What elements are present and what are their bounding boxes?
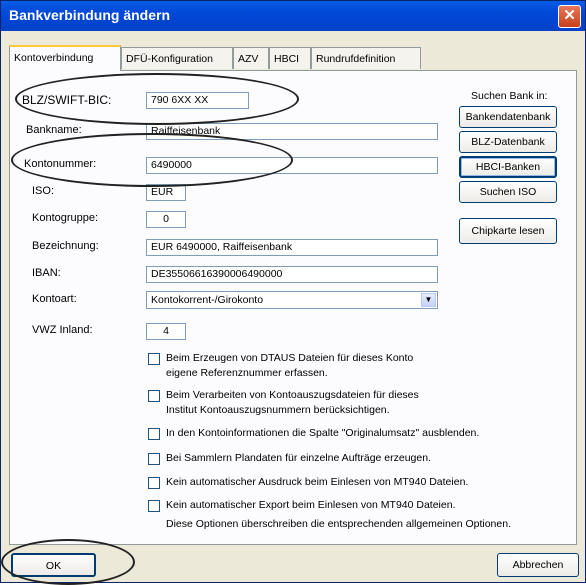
chevron-down-icon[interactable]: ▼: [421, 293, 436, 307]
kontogruppe-label: Kontogruppe:: [32, 212, 99, 224]
bezeichnung-label: Bezeichnung:: [32, 240, 99, 252]
option-checkbox-originalumsatz[interactable]: [148, 428, 160, 440]
option-label: Beim Verarbeiten von Kontoauszugsdateien…: [166, 389, 419, 401]
iban-input[interactable]: DE35506616390006490000: [146, 266, 438, 283]
option-checkbox-kontoauszug[interactable]: [148, 390, 160, 402]
option-checkbox-ausdruck[interactable]: [148, 477, 160, 489]
option-label-line2: eigene Referenznummer erfassen.: [166, 367, 328, 379]
iso-input[interactable]: EUR: [146, 184, 186, 201]
bankname-label: Bankname:: [26, 124, 82, 136]
hbci-banken-button[interactable]: HBCI-Banken: [459, 156, 557, 178]
title-bar[interactable]: Bankverbindung ändern ✕: [1, 1, 585, 31]
kontoart-select[interactable]: Kontokorrent-/Girokonto ▼: [146, 291, 438, 309]
tab-rundrufdefinition[interactable]: Rundrufdefinition: [311, 47, 421, 69]
option-label-line2: Institut Kontoauszugsnummern berücksicht…: [166, 404, 390, 416]
option-label: Bei Sammlern Plandaten für einzelne Auft…: [166, 452, 431, 464]
tab-dfue-konfiguration[interactable]: DFÜ-Konfiguration: [121, 47, 233, 69]
option-label: Kein automatischer Ausdruck beim Einlese…: [166, 476, 469, 488]
vwz-input[interactable]: 4: [146, 323, 186, 340]
tab-kontoverbindung[interactable]: Kontoverbindung: [9, 45, 121, 71]
iban-label: IBAN:: [32, 267, 61, 279]
kontonummer-input[interactable]: 6490000: [146, 157, 438, 174]
vwz-label: VWZ Inland:: [32, 324, 93, 336]
blz-datenbank-button[interactable]: BLZ-Datenbank: [459, 131, 557, 153]
tab-hbci[interactable]: HBCI: [269, 47, 311, 69]
close-button[interactable]: ✕: [558, 5, 581, 28]
chipkarte-lesen-button[interactable]: Chipkarte lesen: [459, 218, 557, 244]
bankname-input[interactable]: Raiffeisenbank: [146, 123, 438, 140]
kontonummer-label: Kontonummer:: [24, 158, 97, 170]
option-label: Beim Erzeugen von DTAUS Dateien für dies…: [166, 352, 414, 364]
tab-azv[interactable]: AZV: [233, 47, 269, 69]
iso-label: ISO:: [32, 185, 55, 197]
cancel-button[interactable]: Abbrechen: [497, 553, 579, 577]
option-label: Kein automatischer Export beim Einlesen …: [166, 499, 456, 511]
window-title: Bankverbindung ändern: [9, 7, 171, 23]
ok-button[interactable]: OK: [11, 553, 96, 577]
kontoart-value: Kontokorrent-/Girokonto: [151, 294, 264, 306]
option-checkbox-export[interactable]: [148, 500, 160, 512]
bezeichnung-input[interactable]: EUR 6490000, Raiffeisenbank: [146, 239, 438, 256]
option-checkbox-plandaten[interactable]: [148, 453, 160, 465]
kontogruppe-input[interactable]: 0: [146, 211, 186, 228]
option-checkbox-dtaus[interactable]: [148, 353, 160, 365]
suchen-iso-button[interactable]: Suchen ISO: [459, 181, 557, 203]
option-label: In den Kontoinformationen die Spalte "Or…: [166, 427, 480, 439]
dialog-window: Bankverbindung ändern ✕ Kontoverbindung …: [0, 0, 586, 585]
kontoverbindung-panel: BLZ/SWIFT-BIC: 790 6XX XX Bankname: Raif…: [9, 70, 577, 545]
options-note: Diese Optionen überschreiben die entspre…: [166, 518, 511, 530]
bankendatenbank-button[interactable]: Bankendatenbank: [459, 106, 557, 128]
kontoart-label: Kontoart:: [32, 293, 77, 305]
blz-label: BLZ/SWIFT-BIC:: [22, 93, 112, 107]
blz-input[interactable]: 790 6XX XX: [146, 92, 249, 109]
search-section-title: Suchen Bank in:: [471, 90, 548, 102]
